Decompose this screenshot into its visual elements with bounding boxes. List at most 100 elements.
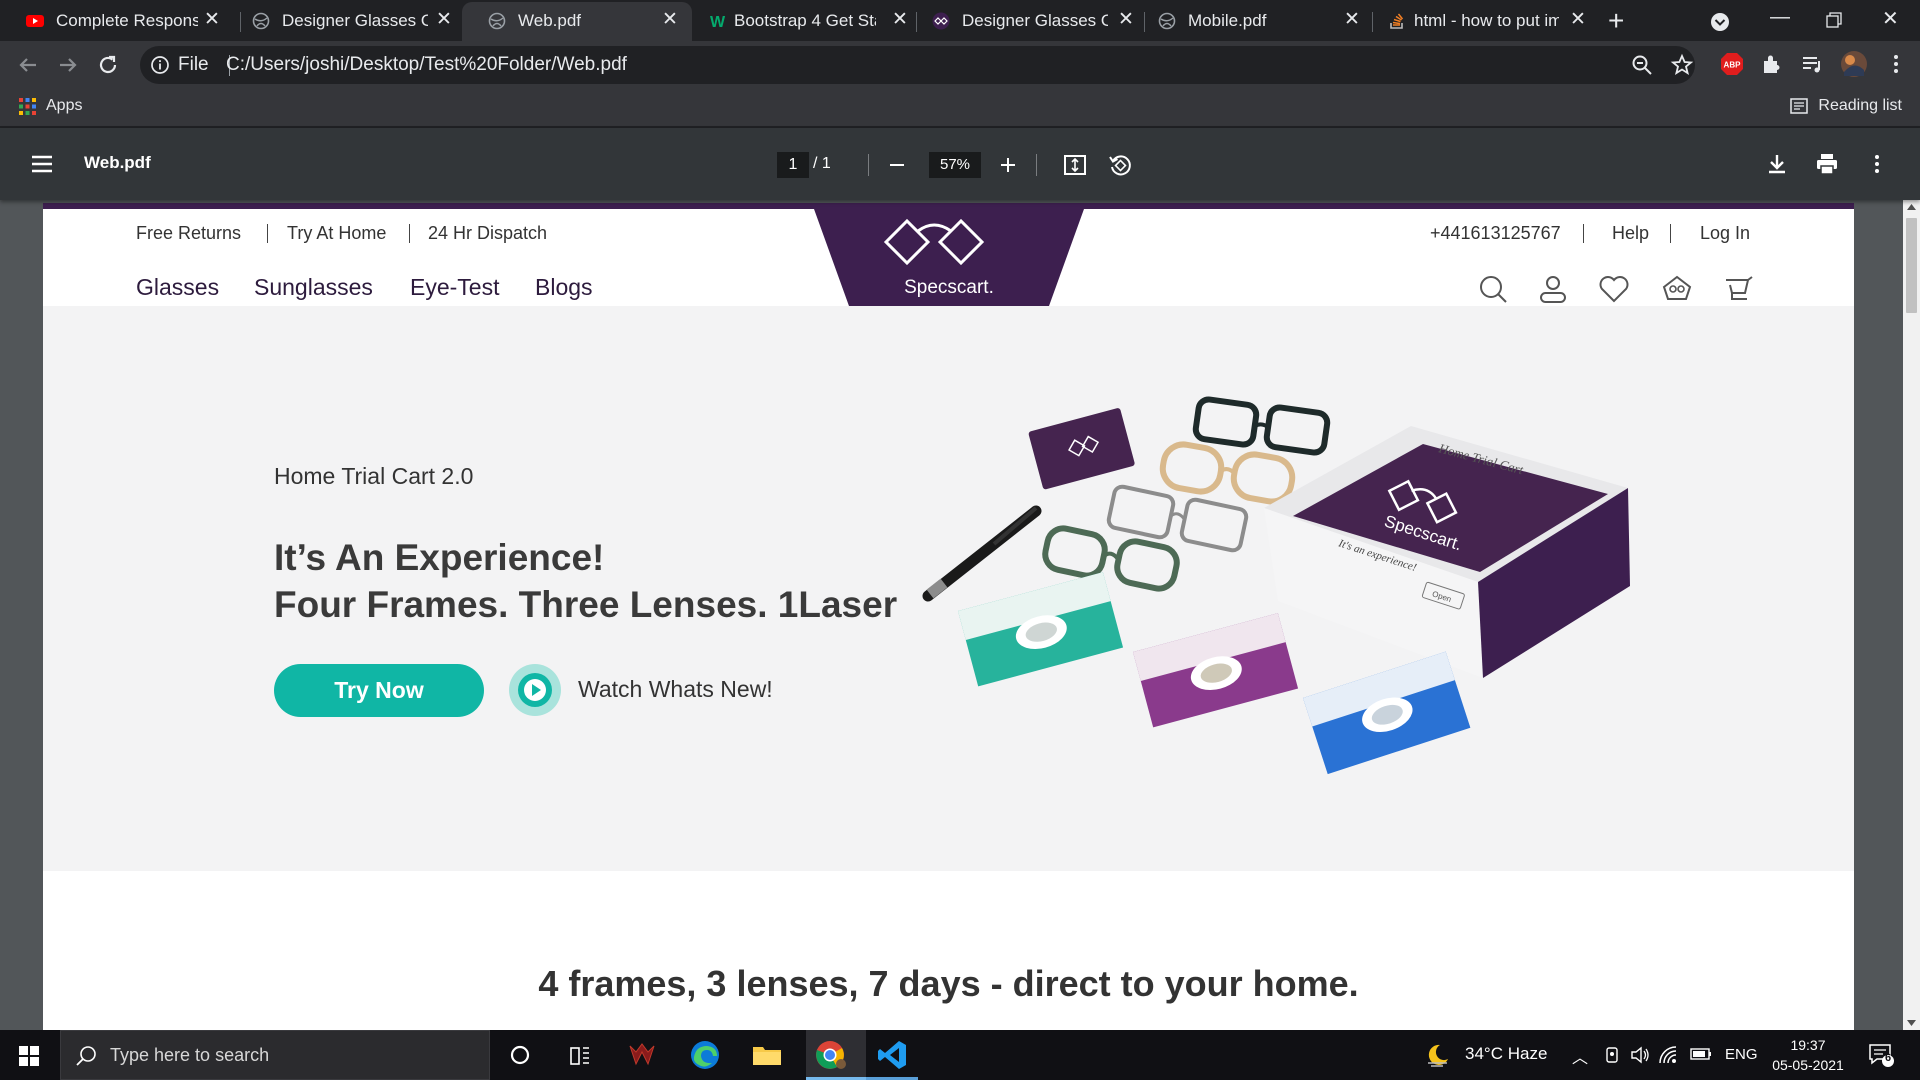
download-icon[interactable] (1765, 152, 1789, 176)
apps-shortcut[interactable]: Apps (19, 97, 82, 115)
weather-moon-icon[interactable] (1425, 1042, 1451, 1068)
pdf-scrollbar[interactable] (1903, 200, 1920, 1030)
tab-3-active[interactable]: Web.pdf ✕ (462, 2, 692, 41)
login-link[interactable]: Log In (1700, 223, 1750, 244)
bookmark-star-icon[interactable] (1670, 53, 1694, 77)
phone-number[interactable]: +441613125767 (1430, 223, 1561, 244)
adblock-icon[interactable]: ABP (1720, 52, 1744, 76)
windows-start-icon[interactable] (19, 1046, 39, 1066)
clock[interactable]: 19:37 05-05-2021 (1768, 1035, 1848, 1075)
tab-1[interactable]: Complete Responsive ✕ (0, 0, 226, 41)
pdf-viewport[interactable]: Free Returns Try At Home 24 Hr Dispatch … (0, 200, 1920, 1030)
info-icon[interactable] (150, 55, 170, 75)
new-tab-button[interactable]: + (1608, 5, 1624, 37)
language-indicator[interactable]: ENG (1725, 1046, 1758, 1063)
clock-date: 05-05-2021 (1772, 1057, 1844, 1073)
specscart-logo[interactable]: Specscart. (814, 209, 1084, 306)
nav-blogs[interactable]: Blogs (535, 274, 593, 301)
cart-icon[interactable] (1723, 273, 1755, 305)
fit-to-page-icon[interactable] (1063, 153, 1087, 177)
url-text[interactable]: C:/Users/joshi/Desktop/Test%20Folder/Web… (226, 54, 627, 76)
zoom-in-icon[interactable] (999, 156, 1017, 174)
task-view-icon[interactable] (563, 1038, 597, 1072)
meet-now-icon[interactable] (1604, 1046, 1622, 1064)
wifi-icon[interactable] (1658, 1045, 1678, 1065)
restore-icon[interactable] (1826, 12, 1842, 28)
watch-whats-new-link[interactable]: Watch Whats New! (578, 676, 773, 703)
media-control-icon[interactable] (1800, 52, 1824, 76)
tab-5[interactable]: Designer Glasses Onli ✕ (906, 0, 1140, 41)
tab-search-icon[interactable] (1710, 12, 1730, 32)
user-icon[interactable] (1537, 273, 1569, 305)
tab-4[interactable]: W Bootstrap 4 Get Starte ✕ (684, 0, 914, 41)
section-four-frames: 4 frames, 3 lenses, 7 days - direct to y… (43, 871, 1854, 1030)
edge-icon[interactable] (688, 1038, 722, 1072)
scroll-up-arrow-icon[interactable] (1907, 203, 1916, 210)
extensions-icon[interactable] (1760, 52, 1784, 76)
wishlist-heart-icon[interactable] (1598, 273, 1630, 305)
rotate-icon[interactable] (1107, 152, 1133, 178)
weather-text[interactable]: 34°C Haze (1465, 1044, 1547, 1064)
tab-title: Bootstrap 4 Get Starte (734, 11, 876, 30)
page-number-input[interactable]: 1 (777, 152, 809, 178)
battery-icon[interactable] (1690, 1047, 1712, 1061)
nav-glasses[interactable]: Glasses (136, 274, 219, 301)
search-icon[interactable] (1477, 273, 1509, 305)
cortana-icon[interactable] (503, 1038, 537, 1072)
tab-7[interactable]: html - how to put ima ✕ (1362, 0, 1594, 41)
zoom-out-icon[interactable] (888, 156, 906, 174)
close-icon[interactable]: ✕ (662, 10, 678, 29)
forward-icon[interactable] (54, 51, 82, 79)
back-icon[interactable] (14, 51, 42, 79)
globe-icon (1158, 12, 1176, 30)
home-trial-product-image: Home Trial Cart Specscart. It's an exper… (918, 396, 1758, 796)
w3schools-icon: W (710, 14, 726, 30)
util-link-free-returns[interactable]: Free Returns (136, 223, 241, 244)
notification-count: 6 (1884, 1052, 1892, 1064)
minimize-icon[interactable]: — (1770, 6, 1790, 29)
close-icon[interactable]: ✕ (1344, 10, 1360, 29)
tab-2[interactable]: Designer Glasses Onli ✕ (226, 0, 458, 41)
close-icon[interactable]: ✕ (1570, 10, 1586, 29)
taskbar-search-box[interactable]: Type here to search (60, 1030, 490, 1080)
try-now-button[interactable]: Try Now (274, 664, 484, 717)
browser-toolbar: File C:/Users/joshi/Desktop/Test%20Folde… (0, 41, 1920, 89)
more-options-icon[interactable] (1865, 152, 1889, 176)
help-link[interactable]: Help (1612, 223, 1649, 244)
page-total: / 1 (813, 155, 831, 172)
hamburger-menu-icon[interactable] (30, 152, 54, 176)
tab-6[interactable]: Mobile.pdf ✕ (1132, 0, 1366, 41)
show-hidden-icons-chevron-icon[interactable]: ︿ (1572, 1044, 1588, 1068)
scrollbar-thumb[interactable] (1906, 218, 1917, 313)
scroll-down-arrow-icon[interactable] (1907, 1020, 1916, 1027)
tab-title: html - how to put ima (1414, 11, 1559, 30)
file-explorer-icon[interactable] (750, 1038, 784, 1072)
play-video-icon[interactable] (508, 663, 562, 717)
close-icon[interactable]: ✕ (436, 10, 452, 29)
avatar[interactable] (1840, 50, 1868, 78)
apps-label: Apps (46, 97, 83, 114)
reload-icon[interactable] (94, 51, 122, 79)
nav-sunglasses[interactable]: Sunglasses (254, 274, 373, 301)
reading-list-icon (1790, 98, 1809, 114)
reading-list-label: Reading list (1818, 97, 1902, 114)
chrome-menu-icon[interactable] (1884, 52, 1908, 76)
home-trial-icon[interactable] (1661, 273, 1693, 305)
predator-sense-icon[interactable] (625, 1038, 659, 1072)
window-close-icon[interactable]: ✕ (1882, 6, 1899, 31)
reading-list-button[interactable]: Reading list (1790, 97, 1902, 115)
address-bar[interactable]: File C:/Users/joshi/Desktop/Test%20Folde… (140, 46, 1695, 84)
zoom-icon[interactable] (1630, 53, 1654, 77)
product-illustration: Home Trial Cart Specscart. It's an exper… (922, 396, 1630, 775)
volume-icon[interactable] (1630, 1046, 1650, 1064)
site-header: Free Returns Try At Home 24 Hr Dispatch … (43, 209, 1854, 306)
util-link-try-at-home[interactable]: Try At Home (287, 223, 386, 244)
close-icon[interactable]: ✕ (204, 10, 220, 29)
zoom-level-input[interactable]: 57% (929, 152, 981, 178)
clock-time: 19:37 (1790, 1037, 1826, 1053)
util-link-dispatch[interactable]: 24 Hr Dispatch (428, 223, 547, 244)
chrome-icon[interactable] (813, 1038, 847, 1072)
vscode-icon[interactable] (875, 1038, 909, 1072)
nav-eye-test[interactable]: Eye-Test (410, 274, 499, 301)
print-icon[interactable] (1815, 152, 1839, 176)
